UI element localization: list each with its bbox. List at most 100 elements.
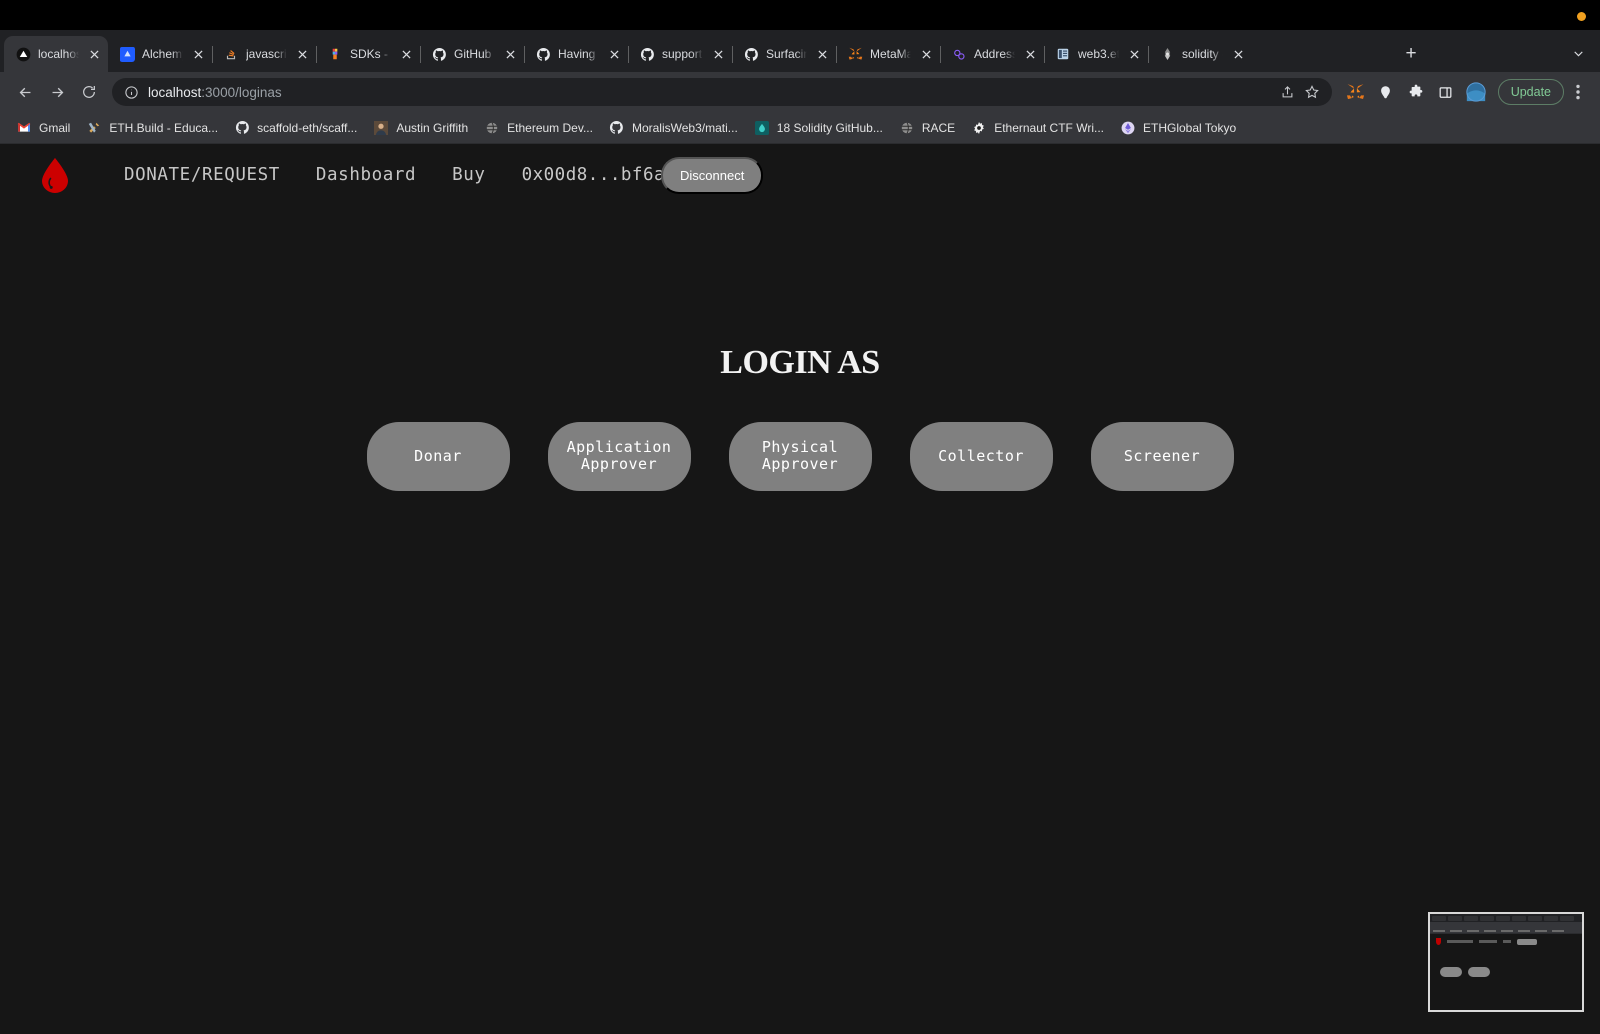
profile-avatar[interactable] [1462, 78, 1490, 106]
thumbnail-page [1430, 934, 1582, 1010]
tab-title: Address 0x0 [974, 47, 1015, 61]
bookmark-item[interactable]: Ethereum Dev... [476, 117, 601, 139]
bookmark-item[interactable]: scaffold-eth/scaff... [226, 117, 365, 139]
bookmark-star-icon[interactable] [1304, 84, 1320, 100]
nav-link-donate-request[interactable]: DONATE/REQUEST [124, 165, 280, 185]
update-button[interactable]: Update [1497, 79, 1564, 105]
metamask-fox-icon [847, 46, 863, 62]
browser-tab[interactable]: Alchemy [108, 36, 213, 72]
url-host: localhost [148, 84, 202, 100]
login-stage: LOGIN AS Donar Application Approver Physica… [0, 344, 1600, 492]
role-button-label: Physical [761, 438, 839, 456]
puzzle-extensions-icon[interactable] [1402, 78, 1430, 106]
solidity-icon [1159, 46, 1175, 62]
disconnect-button[interactable]: Disconnect [661, 156, 764, 194]
forward-arrow-icon[interactable] [42, 77, 72, 107]
blood-drop-logo[interactable] [38, 155, 72, 195]
tab-title: Having 422 [558, 47, 599, 61]
bookmark-item[interactable]: RACE [891, 117, 963, 139]
browser-window: localhost:30 Alchemy javascript - SDKs - Pi… [0, 0, 1600, 1034]
thumbnail-role-buttons [1430, 945, 1582, 977]
page-viewport: DONATE/REQUEST Dashboard Buy 0x00d8...bf… [0, 144, 1600, 1034]
info-circle-icon[interactable] [124, 85, 139, 100]
globe-icon [484, 120, 500, 136]
tab-close-icon[interactable] [294, 46, 310, 62]
role-button-row: Donar Application Approver Physical Approver… [0, 422, 1600, 492]
bookmark-label: Ethernaut CTF Wri... [994, 120, 1104, 135]
ethglobal-icon [1120, 120, 1136, 136]
tab-close-icon[interactable] [190, 46, 206, 62]
bookmark-item[interactable]: Ethernaut CTF Wri... [963, 117, 1112, 139]
browser-tab[interactable]: localhost:30 [4, 36, 108, 72]
bookmark-item[interactable]: ETHGlobal Tokyo [1112, 117, 1244, 139]
browser-tab[interactable]: support for [628, 36, 733, 72]
screen-share-thumbnail[interactable] [1428, 912, 1584, 1012]
browser-tab[interactable]: Address 0x0 [940, 36, 1045, 72]
toolbar-right-actions: Update [1342, 78, 1590, 106]
back-arrow-icon[interactable] [10, 77, 40, 107]
teal-square-icon [754, 120, 770, 136]
kebab-menu-icon[interactable] [1566, 78, 1590, 106]
metamask-extension-icon[interactable] [1342, 78, 1370, 106]
bookmark-label: Gmail [39, 120, 71, 135]
tab-title: MetaMask [870, 47, 911, 61]
bookmark-item[interactable]: Austin Griffith [365, 117, 476, 139]
role-button-label: Application [566, 438, 672, 456]
bookmarks-bar: Gmail ETH.Build - Educa... scaffold-eth/sc… [0, 112, 1600, 144]
role-button[interactable]: Collector [909, 422, 1053, 492]
browser-tab[interactable]: web3.eth.Co [1044, 36, 1149, 72]
share-icon[interactable] [1280, 85, 1295, 100]
browser-toolbar: localhost:3000/loginas Update [0, 72, 1600, 112]
tab-close-icon[interactable] [502, 46, 518, 62]
browser-tab[interactable]: solidity - Ho [1148, 36, 1252, 72]
bookmark-item[interactable]: Gmail [8, 117, 78, 139]
role-button[interactable]: Donar [366, 422, 510, 492]
tab-close-icon[interactable] [1126, 46, 1142, 62]
bookmark-item[interactable]: MoralisWeb3/mati... [601, 117, 746, 139]
side-panel-icon[interactable] [1432, 78, 1460, 106]
tab-title: GitHub [454, 47, 492, 61]
tab-close-icon[interactable] [1022, 46, 1038, 62]
url-path: :3000/loginas [201, 84, 282, 100]
tab-close-icon[interactable] [710, 46, 726, 62]
thumbnail-tabstrip [1430, 914, 1582, 922]
browser-tab[interactable]: javascript - [212, 36, 317, 72]
tab-close-icon[interactable] [1230, 46, 1246, 62]
nav-link-dashboard[interactable]: Dashboard [316, 165, 416, 185]
recording-indicator-dot [1577, 12, 1586, 21]
tab-close-icon[interactable] [814, 46, 830, 62]
bookmark-item[interactable]: ETH.Build - Educa... [78, 117, 226, 139]
role-button-label: Approver [580, 455, 658, 474]
address-bar[interactable]: localhost:3000/loginas [112, 78, 1332, 106]
tab-close-icon[interactable] [398, 46, 414, 62]
tab-title: support for [662, 47, 703, 61]
new-tab-button[interactable]: + [1397, 40, 1425, 68]
tab-title: localhost:30 [38, 47, 79, 61]
browser-tab[interactable]: Having 422 [524, 36, 629, 72]
bookmark-label: RACE [921, 120, 956, 135]
vercel-triangle-icon [15, 46, 31, 62]
tabs-container: localhost:30 Alchemy javascript - SDKs - Pi… [4, 30, 1391, 72]
nav-link-buy[interactable]: Buy [452, 165, 485, 185]
reload-icon[interactable] [74, 77, 104, 107]
tab-title: web3.eth.Co [1078, 47, 1119, 61]
tab-close-icon[interactable] [86, 46, 102, 62]
tab-close-icon[interactable] [918, 46, 934, 62]
tab-title: Alchemy [142, 47, 183, 61]
browser-tab[interactable]: GitHub [420, 36, 525, 72]
role-button[interactable]: Application Approver [547, 422, 691, 491]
browser-tab[interactable]: SDKs - Pina [316, 36, 421, 72]
bookmark-item[interactable]: 18 Solidity GitHub... [746, 117, 891, 139]
role-button[interactable]: Screener [1090, 422, 1234, 492]
gear-icon [971, 120, 987, 136]
browser-tab[interactable]: MetaMask [836, 36, 941, 72]
pinata-icon [327, 46, 343, 62]
browser-tab[interactable]: Surfacing H [732, 36, 837, 72]
tools-icon [86, 120, 102, 136]
role-button[interactable]: Physical Approver [728, 422, 872, 491]
tab-search-chevron-down-icon[interactable] [1564, 39, 1592, 67]
tab-close-icon[interactable] [606, 46, 622, 62]
github-icon [431, 46, 447, 62]
phantom-extension-icon[interactable] [1372, 78, 1400, 106]
role-button-label: Collector [938, 447, 1024, 465]
